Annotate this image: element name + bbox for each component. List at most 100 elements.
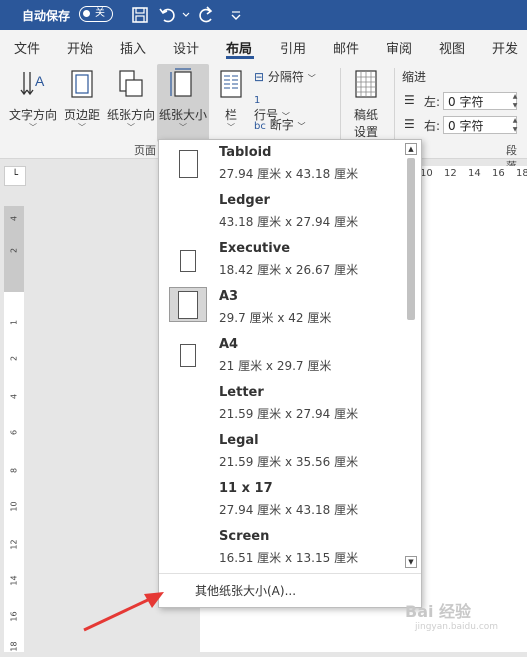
manuscript-settings-button[interactable]: 稿纸 设置 [346,68,386,140]
group-divider [340,68,341,148]
paper-size-dims: 29.7 厘米 x 42 厘米 [219,311,332,325]
more-paper-sizes-button[interactable]: 其他纸张大小(A)... [195,582,296,599]
columns-icon [220,70,242,98]
tab-design[interactable]: 设计 [173,38,199,57]
columns-button[interactable]: 栏 ﹀ [214,68,248,133]
tab-selector[interactable]: └ [4,166,26,186]
tab-view[interactable]: 视图 [439,38,465,57]
horizontal-ruler: 10 12 14 16 18 [420,166,527,184]
ruler-number: 12 [9,539,19,550]
manuscript-icon [355,70,377,98]
vertical-ruler: 4 2 1 2 4 6 8 10 12 14 16 18 [4,206,24,652]
breaks-label: 分隔符 [267,70,304,84]
chevron-down-icon: ﹀ [29,123,37,132]
save-icon[interactable] [130,5,150,25]
ribbon-tabs: 文件 开始 插入 设计 布局 引用 邮件 审阅 视图 开发工 [0,30,527,76]
ruler-number: 14 [468,168,481,179]
size-button[interactable]: 纸张大小 ﹀ [157,64,209,142]
paper-size-dims: 16.51 厘米 x 13.15 厘米 [219,551,359,565]
ruler-number: 16 [492,168,505,179]
paper-size-name: Letter [219,385,264,400]
manuscript-label-2: 设置 [353,125,378,139]
paper-size-name: Tabloid [219,145,272,160]
indent-right-spinner[interactable]: ▲ ▼ [510,116,520,134]
chevron-down-icon: ﹀ [179,123,187,132]
ruler-number: 16 [9,611,19,622]
paper-size-dims: 27.94 厘米 x 43.18 厘米 [219,167,359,181]
text-direction-button[interactable]: A 文字方向 ﹀ [8,68,58,133]
margins-button[interactable]: 页边距 ﹀ [60,68,104,133]
margins-label: 页边距 [63,108,100,122]
indent-left-icon: ☰ [404,93,415,107]
paper-size-name: Screen [219,529,270,544]
ruler-number: 4 [9,215,19,222]
undo-icon[interactable] [158,5,178,25]
paper-size-icon [170,68,192,97]
indent-left-label: 左: [424,95,441,109]
customize-toolbar-icon[interactable] [226,5,246,25]
scroll-up-icon[interactable]: ▲ [405,143,417,155]
paper-size-option-a3[interactable]: A3 29.7 厘米 x 42 厘米 [159,284,401,332]
autosave-toggle[interactable]: 关 [79,6,113,22]
paper-size-option-tabloid[interactable]: Tabloid 27.94 厘米 x 43.18 厘米 [159,140,401,188]
paper-size-name: 11 x 17 [219,481,273,496]
orientation-icon [119,70,143,97]
tab-insert[interactable]: 插入 [120,38,146,57]
text-direction-label: 文字方向 [8,108,57,122]
paper-size-name: A3 [219,289,239,304]
tab-layout[interactable]: 布局 [226,38,252,57]
indent-right-label: 右: [424,119,441,133]
paper-size-dims: 18.42 厘米 x 26.67 厘米 [219,263,359,277]
ruler-number: 2 [9,247,19,254]
paper-size-option-11x17[interactable]: 11 x 17 27.94 厘米 x 43.18 厘米 [159,476,401,524]
toggle-state: 关 [95,8,105,19]
svg-text:A: A [35,73,45,89]
columns-label: 栏 [224,108,237,122]
autosave-label: 自动保存 [22,9,71,23]
paper-size-option-letter[interactable]: Letter 21.59 厘米 x 27.94 厘米 [159,380,401,428]
paper-size-list: Tabloid 27.94 厘米 x 43.18 厘米 Ledger 43.18… [159,140,401,572]
ruler-number: 18 [9,641,19,652]
indent-left-input[interactable]: 0 字符 [443,92,517,110]
indent-left-spinner[interactable]: ▲ ▼ [510,92,520,110]
chevron-down-icon: ﹀ [307,74,316,83]
hyphenation-button[interactable]: bc 断字 ﹀ [254,116,306,133]
paper-size-option-a4[interactable]: A4 21 厘米 x 29.7 厘米 [159,332,401,380]
tab-references[interactable]: 引用 [280,38,306,57]
dropdown-scrollbar[interactable]: ▲ ▼ [402,140,420,572]
ruler-number: 8 [9,467,19,474]
ruler-number: 18 [516,168,527,179]
toggle-knob [83,10,90,17]
scroll-down-icon[interactable]: ▼ [405,556,417,568]
paper-size-name: Ledger [219,193,270,208]
breaks-button[interactable]: ⊟ 分隔符 ﹀ [254,68,316,85]
chevron-down-icon: ﹀ [297,122,306,131]
indent-right-input[interactable]: 0 字符 [443,116,517,134]
paper-size-option-executive[interactable]: Executive 18.42 厘米 x 26.67 厘米 [159,236,401,284]
orientation-label: 纸张方向 [106,108,155,122]
paper-size-name: Legal [219,433,259,448]
title-bar: 自动保存 关 [0,0,527,30]
tab-file[interactable]: 文件 [14,38,40,57]
paper-size-dims: 27.94 厘米 x 43.18 厘米 [219,503,359,517]
redo-icon[interactable] [196,5,216,25]
scroll-thumb[interactable] [407,158,415,320]
tab-mailings[interactable]: 邮件 [333,38,359,57]
ruler-number: 2 [9,355,19,362]
indent-right-icon: ☰ [404,117,415,131]
text-direction-icon: A [20,72,45,96]
tab-review[interactable]: 审阅 [386,38,412,57]
tab-home[interactable]: 开始 [67,38,93,57]
orientation-button[interactable]: 纸张方向 ﹀ [106,68,156,133]
paper-thumbnail-icon [180,344,196,367]
paper-size-option-legal[interactable]: Legal 21.59 厘米 x 35.56 厘米 [159,428,401,476]
ruler-number: 14 [9,575,19,586]
ruler-number: 6 [9,429,19,436]
paper-size-option-screen[interactable]: Screen 16.51 厘米 x 13.15 厘米 [159,524,401,572]
paper-size-dims: 21.59 厘米 x 27.94 厘米 [219,407,359,421]
chevron-down-icon: ﹀ [78,123,86,132]
paper-thumbnail-icon [179,150,198,178]
active-tab-indicator [226,56,254,59]
paper-size-name: Executive [219,241,291,256]
paper-size-option-ledger[interactable]: Ledger 43.18 厘米 x 27.94 厘米 [159,188,401,236]
